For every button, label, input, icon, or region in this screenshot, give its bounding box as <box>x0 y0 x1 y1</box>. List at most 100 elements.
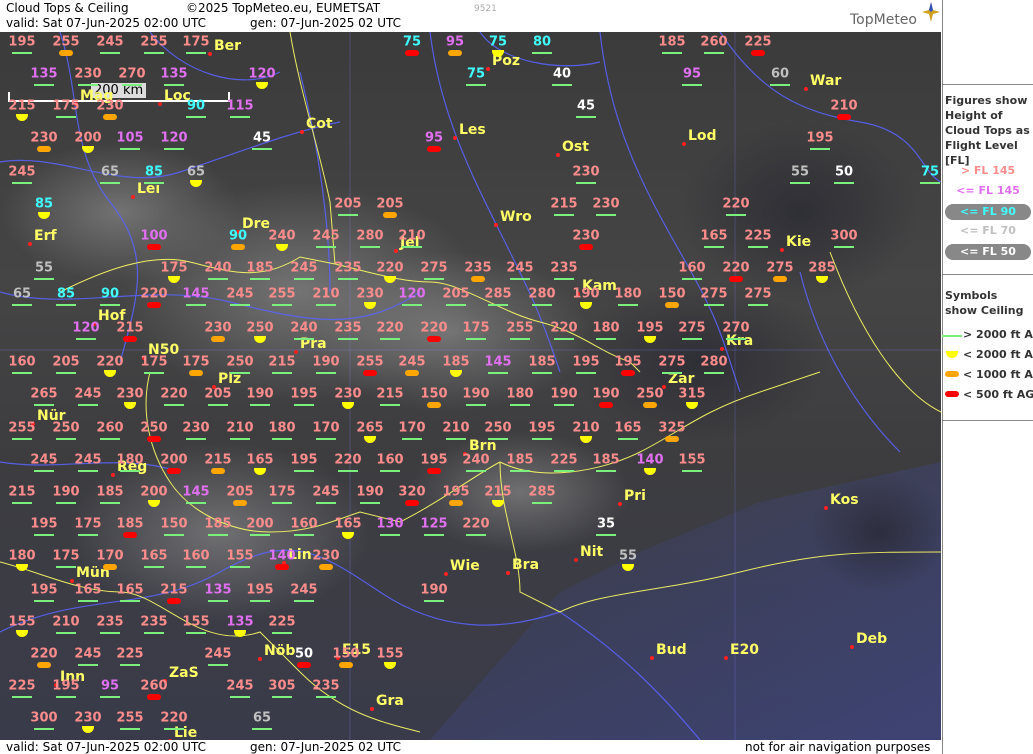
header-bar: Cloud Tops & Ceiling ©2025 TopMeteo.eu, … <box>0 0 942 32</box>
cloud-top-label: 215 <box>268 354 296 370</box>
ceiling-symbol <box>230 566 250 568</box>
cloud-top-label: 170 <box>398 420 426 436</box>
ceiling-symbol <box>34 600 54 602</box>
ceiling-symbol <box>665 302 679 308</box>
cloud-top-label: 200 <box>246 516 274 532</box>
cloud-top-label: 215 <box>550 196 578 212</box>
cloud-top-label: 245 <box>398 354 426 370</box>
ceiling-symbol <box>167 468 181 474</box>
cloud-top-label: 220 <box>722 260 750 276</box>
cloud-top-label: 255 <box>8 420 36 436</box>
city-marker <box>208 52 212 56</box>
cloud-top-label: 190 <box>592 386 620 402</box>
ceiling-symbol <box>272 632 292 634</box>
cloud-top-label: 215 <box>116 320 144 336</box>
ceiling-symbol <box>100 438 120 440</box>
ceiling-symbol <box>34 404 54 406</box>
legend-symbol-item: < 500 ft AGL <box>943 388 1033 404</box>
cloud-top-label: 275 <box>420 260 448 276</box>
ceiling-symbol <box>576 116 596 118</box>
cloud-top-label: 170 <box>96 548 124 564</box>
ceiling-symbol <box>37 662 51 668</box>
cloud-top-label: 150 <box>420 386 448 402</box>
cloud-top-label: 95 <box>445 34 465 50</box>
cloud-top-label: 120 <box>248 66 276 82</box>
cloud-top-label: 85 <box>144 164 164 180</box>
satellite-map[interactable]: 200 km Ber Poz War Mag Loc Cot Les Lod Ost Lei Wro… <box>0 32 941 740</box>
cloud-top-label: 220 <box>30 646 58 662</box>
ceiling-symbol <box>554 338 574 340</box>
ceiling-symbol <box>100 304 120 306</box>
ceiling-symbol <box>208 600 228 602</box>
ceiling-symbol <box>682 84 702 86</box>
ceiling-symbol <box>682 338 702 340</box>
ceiling-symbol <box>123 336 137 342</box>
city-marker <box>618 502 622 506</box>
cloud-top-label: 245 <box>74 386 102 402</box>
cloud-top-label: 210 <box>572 420 600 436</box>
cloud-top-label: 125 <box>420 516 448 532</box>
cloud-top-label: 205 <box>334 196 362 212</box>
city-marker <box>158 102 162 106</box>
cloud-top-label: 195 <box>290 452 318 468</box>
cloud-top-label: 220 <box>376 320 404 336</box>
ceiling-symbol <box>147 694 161 700</box>
ceiling-symbol <box>360 246 380 248</box>
ceiling-symbol <box>466 404 486 406</box>
cloud-top-label: 100 <box>140 228 168 244</box>
ceiling-symbol <box>510 404 530 406</box>
ceiling-symbol <box>448 50 462 56</box>
cloud-top-label: 185 <box>116 516 144 532</box>
cloud-top-label: 50 <box>834 164 854 180</box>
city-label: Bud <box>656 642 687 658</box>
ceiling-symbol <box>510 338 530 340</box>
ceiling-symbol <box>339 662 353 668</box>
cloud-top-label: 260 <box>700 34 728 50</box>
cloud-top-label: 120 <box>72 320 100 336</box>
cloud-top-label: 195 <box>420 452 448 468</box>
ceiling-symbol <box>230 304 250 306</box>
city-label: Lod <box>688 128 717 144</box>
ceiling-symbol <box>164 148 184 150</box>
cloud-top-label: 220 <box>722 196 750 212</box>
legend-symbol-swatch <box>946 351 958 358</box>
ceiling-symbol <box>576 182 596 184</box>
ceiling-symbol <box>402 246 422 248</box>
cloud-top-label: 175 <box>462 320 490 336</box>
disclaimer-text: not for air navigation purposes <box>745 740 931 754</box>
ceiling-symbol <box>34 470 54 472</box>
city-marker <box>294 350 298 354</box>
cloud-top-label: 165 <box>700 228 728 244</box>
cloud-top-label: 55 <box>618 548 638 564</box>
city-marker <box>650 656 654 660</box>
cloud-top-label: 105 <box>116 130 144 146</box>
legend-symbol-swatch <box>942 335 962 337</box>
ceiling-symbol <box>704 304 724 306</box>
ceiling-symbol <box>12 696 32 698</box>
cloud-top-label: 205 <box>52 354 80 370</box>
city-label: Wie <box>450 558 480 574</box>
copyright-text: ©2025 TopMeteo.eu, EUMETSAT <box>186 1 381 15</box>
ceiling-symbol <box>554 278 574 280</box>
ceiling-symbol <box>100 632 120 634</box>
cloud-top-label: 255 <box>140 34 168 50</box>
legend-figure-item: <= FL 50 <box>945 244 1031 260</box>
ceiling-symbol <box>230 696 250 698</box>
cloud-top-label: 135 <box>30 66 58 82</box>
ceiling-symbol <box>250 404 270 406</box>
ceiling-symbol <box>122 84 142 86</box>
cloud-top-label: 75 <box>920 164 940 180</box>
cloud-top-label: 215 <box>8 484 36 500</box>
cloud-top-label: 270 <box>722 320 750 336</box>
cloud-top-label: 190 <box>312 354 340 370</box>
city-marker <box>444 572 448 576</box>
topmeteo-logo[interactable]: TopMeteo <box>850 12 917 28</box>
ceiling-symbol <box>338 214 358 216</box>
cloud-top-label: 255 <box>356 354 384 370</box>
ceiling-symbol <box>34 534 54 536</box>
city-marker <box>494 223 498 227</box>
legend-symbol-label: > 2000 ft AGL <box>963 328 1033 341</box>
ceiling-symbol <box>316 438 336 440</box>
cloud-top-label: 60 <box>770 66 790 82</box>
ceiling-symbol <box>837 114 851 120</box>
